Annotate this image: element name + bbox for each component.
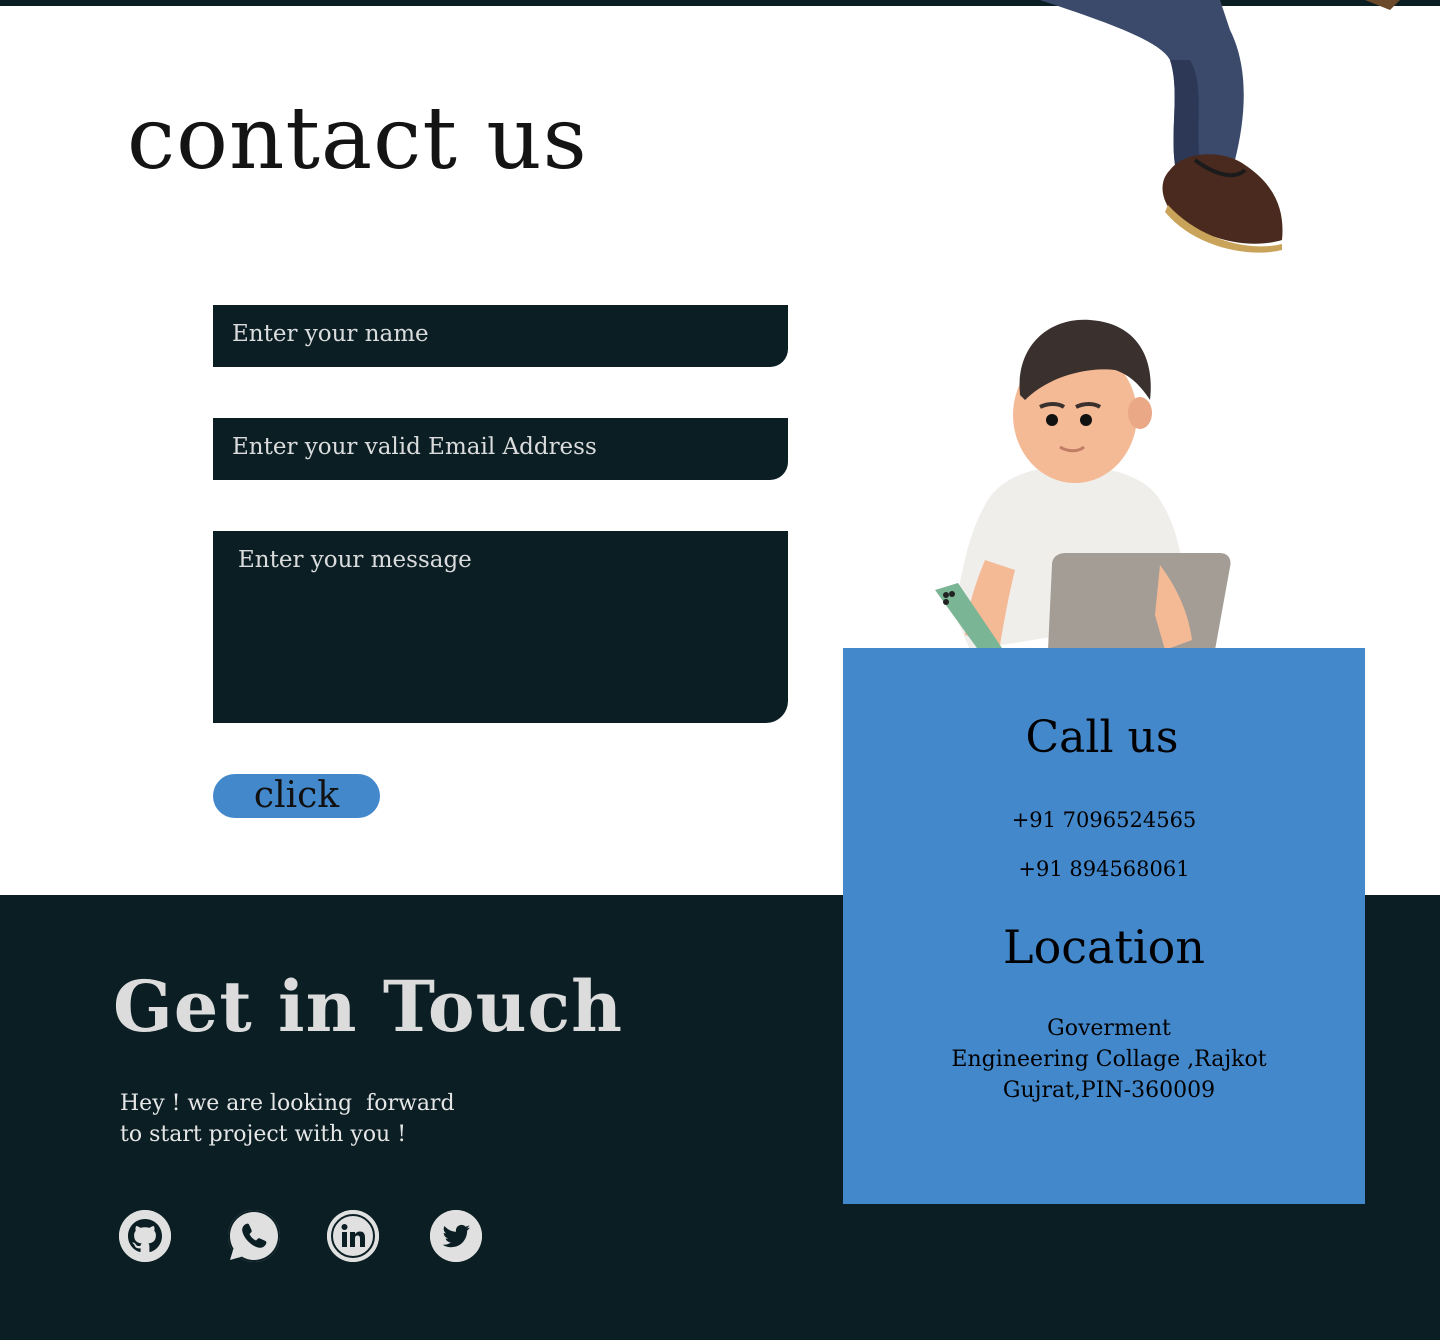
twitter-icon[interactable] <box>430 1210 482 1262</box>
phone-number-1[interactable]: +91 7096524565 <box>843 808 1365 832</box>
get-in-touch-heading: Get in Touch <box>113 965 624 1048</box>
address-line-2: Engineering Collage ,Rajkot <box>951 1047 1267 1072</box>
call-us-heading: Call us <box>1025 712 1179 763</box>
github-icon[interactable] <box>119 1210 171 1262</box>
contact-info-card: Call us +91 7096524565 +91 894568061 Loc… <box>843 648 1365 1204</box>
message-placeholder: Enter your message <box>238 547 472 573</box>
email-input[interactable]: Enter your valid Email Address <box>213 418 788 480</box>
page-title: contact us <box>127 89 588 189</box>
linkedin-icon[interactable] <box>327 1210 379 1262</box>
address-line-1: Goverment <box>1047 1016 1171 1041</box>
footer-tagline: Hey ! we are looking forward to start pr… <box>120 1091 455 1147</box>
name-placeholder: Enter your name <box>232 321 429 347</box>
location-heading: Location <box>1003 920 1205 974</box>
email-placeholder: Enter your valid Email Address <box>232 434 597 460</box>
whatsapp-icon[interactable] <box>228 1210 280 1262</box>
character-legs-illustration <box>1040 0 1400 253</box>
phone-number-2[interactable]: +91 894568061 <box>843 857 1365 881</box>
address-line-3: Gujrat,PIN-360009 <box>1002 1078 1216 1103</box>
name-input[interactable]: Enter your name <box>213 305 788 367</box>
person-with-laptop-illustration <box>935 319 1231 650</box>
message-textarea[interactable]: Enter your message <box>213 531 788 723</box>
submit-button[interactable]: click <box>213 774 380 818</box>
